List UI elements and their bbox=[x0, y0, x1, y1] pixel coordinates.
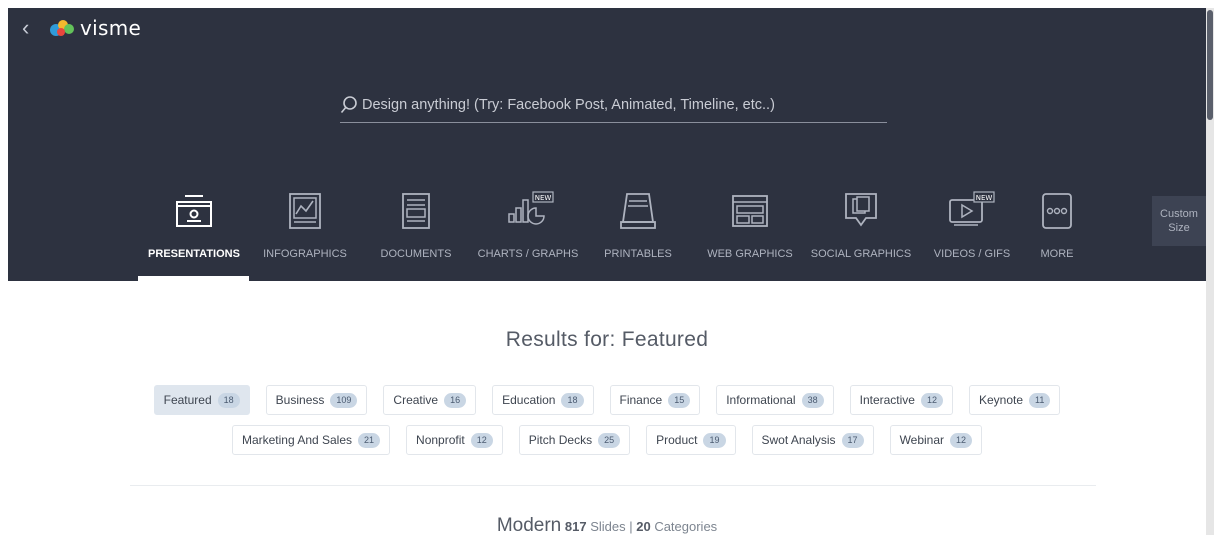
slides-label: Slides | bbox=[590, 519, 633, 534]
tag-finance[interactable]: Finance 15 bbox=[609, 385, 701, 415]
document-icon bbox=[402, 193, 430, 229]
logo-text: visme bbox=[80, 16, 142, 40]
tag-label: Webinar bbox=[899, 433, 945, 447]
tag-education[interactable]: Education 18 bbox=[492, 385, 594, 415]
section-name: Modern bbox=[496, 515, 562, 536]
tag-label: Interactive bbox=[859, 393, 915, 407]
category-more[interactable]: MORE bbox=[1030, 180, 1084, 281]
category-printables[interactable]: PRINTABLES bbox=[600, 180, 676, 281]
tag-featured[interactable]: Featured 18 bbox=[153, 385, 250, 415]
tag-label: Keynote bbox=[978, 393, 1024, 407]
tag-nonprofit[interactable]: Nonprofit 12 bbox=[406, 425, 503, 455]
search-input[interactable] bbox=[358, 97, 862, 113]
tag-count: 15 bbox=[668, 392, 691, 408]
tag-business[interactable]: Business 109 bbox=[265, 385, 368, 415]
more-icon bbox=[1042, 193, 1072, 229]
back-arrow-icon[interactable]: ‹ bbox=[22, 15, 42, 41]
tag-label: Featured bbox=[163, 393, 212, 407]
tag-count: 12 bbox=[950, 432, 973, 448]
category-label: MORE bbox=[1040, 248, 1074, 260]
tag-count: 19 bbox=[703, 432, 726, 448]
tag-count: 11 bbox=[1029, 392, 1051, 408]
category-label: INFOGRAPHICS bbox=[263, 248, 347, 260]
category-label: WEB GRAPHICS bbox=[707, 248, 793, 260]
visme-logo-icon bbox=[50, 20, 74, 36]
web-graphics-icon bbox=[732, 195, 768, 227]
category-label: PRESENTATIONS bbox=[148, 248, 240, 260]
tag-count: 25 bbox=[598, 432, 621, 448]
categories-label: Categories bbox=[654, 519, 718, 534]
custom-size-line1: Custom bbox=[1160, 208, 1198, 220]
category-label: DOCUMENTS bbox=[380, 248, 452, 260]
slides-count: 817 bbox=[564, 519, 587, 534]
tag-label: Nonprofit bbox=[416, 433, 465, 447]
category-infographics[interactable]: INFOGRAPHICS bbox=[255, 180, 355, 281]
category-documents[interactable]: DOCUMENTS bbox=[370, 180, 462, 281]
search-icon bbox=[340, 96, 357, 114]
tag-count: 21 bbox=[358, 432, 381, 448]
tag-label: Creative bbox=[393, 393, 439, 407]
section-divider bbox=[130, 485, 1096, 486]
tag-label: Marketing And Sales bbox=[241, 433, 353, 447]
category-label: PRINTABLES bbox=[604, 248, 672, 260]
tag-count: 12 bbox=[470, 432, 493, 448]
active-tab-indicator bbox=[138, 276, 249, 281]
category-videos-gifs[interactable]: NEW VIDEOS / GIFS bbox=[928, 180, 1016, 281]
tag-label: Finance bbox=[619, 393, 663, 407]
tag-count: 16 bbox=[444, 392, 467, 408]
tag-webinar[interactable]: Webinar 12 bbox=[889, 425, 983, 455]
custom-size-button[interactable]: Custom Size bbox=[1152, 196, 1206, 246]
video-icon: NEW bbox=[949, 191, 995, 226]
category-label: SOCIAL GRAPHICS bbox=[810, 248, 912, 260]
scrollbar-thumb[interactable] bbox=[1207, 10, 1213, 120]
tag-row-2: Marketing And Sales 21 Nonprofit 12 Pitch … bbox=[0, 425, 1214, 455]
tag-marketing-and-sales[interactable]: Marketing And Sales 21 bbox=[231, 425, 391, 455]
tag-count: 18 bbox=[217, 392, 240, 408]
infographic-icon bbox=[289, 193, 321, 229]
category-charts-graphs[interactable]: NEW CHARTS / GRAPHS bbox=[475, 180, 581, 281]
tag-count: 17 bbox=[841, 432, 864, 448]
tag-keynote[interactable]: Keynote 11 bbox=[968, 385, 1061, 415]
tag-count: 109 bbox=[330, 392, 358, 408]
visme-logo[interactable]: visme bbox=[48, 14, 141, 42]
tag-pitch-decks[interactable]: Pitch Decks 25 bbox=[518, 425, 631, 455]
tag-label: Pitch Decks bbox=[528, 433, 593, 447]
tag-count: 38 bbox=[801, 392, 824, 408]
tag-interactive[interactable]: Interactive 12 bbox=[849, 385, 953, 415]
printable-icon bbox=[620, 193, 656, 229]
category-label: CHARTS / GRAPHS bbox=[477, 248, 579, 260]
tag-product[interactable]: Product 19 bbox=[646, 425, 736, 455]
category-social-graphics[interactable]: SOCIAL GRAPHICS bbox=[808, 180, 914, 281]
results-title: Results for: Featured bbox=[505, 328, 709, 351]
new-badge: NEW bbox=[976, 194, 993, 202]
categories-count: 20 bbox=[636, 519, 651, 534]
tag-swot-analysis[interactable]: Swot Analysis 17 bbox=[751, 425, 874, 455]
tag-count: 12 bbox=[920, 392, 943, 408]
social-graphics-icon bbox=[845, 193, 877, 227]
chart-icon: NEW bbox=[508, 191, 554, 225]
search-bar[interactable] bbox=[340, 88, 887, 123]
tag-count: 18 bbox=[561, 392, 584, 408]
tag-label: Swot Analysis bbox=[761, 433, 836, 447]
presentation-icon bbox=[176, 195, 212, 227]
tag-label: Business bbox=[275, 393, 325, 407]
category-label: VIDEOS / GIFS bbox=[933, 248, 1011, 260]
category-web-graphics[interactable]: WEB GRAPHICS bbox=[704, 180, 796, 281]
tag-informational[interactable]: Informational 38 bbox=[716, 385, 834, 415]
tag-row-1: Featured 18 Business 109 Creative 16 Educat… bbox=[0, 385, 1214, 415]
section-header: Modern 817 Slides | 20 Categories bbox=[0, 515, 1214, 537]
tag-label: Informational bbox=[726, 393, 796, 407]
category-presentations[interactable]: PRESENTATIONS bbox=[140, 180, 248, 281]
tag-creative[interactable]: Creative 16 bbox=[383, 385, 477, 415]
custom-size-line2: Size bbox=[1168, 222, 1190, 234]
new-badge: NEW bbox=[535, 194, 552, 202]
tag-label: Education bbox=[502, 393, 556, 407]
tag-label: Product bbox=[656, 433, 698, 447]
